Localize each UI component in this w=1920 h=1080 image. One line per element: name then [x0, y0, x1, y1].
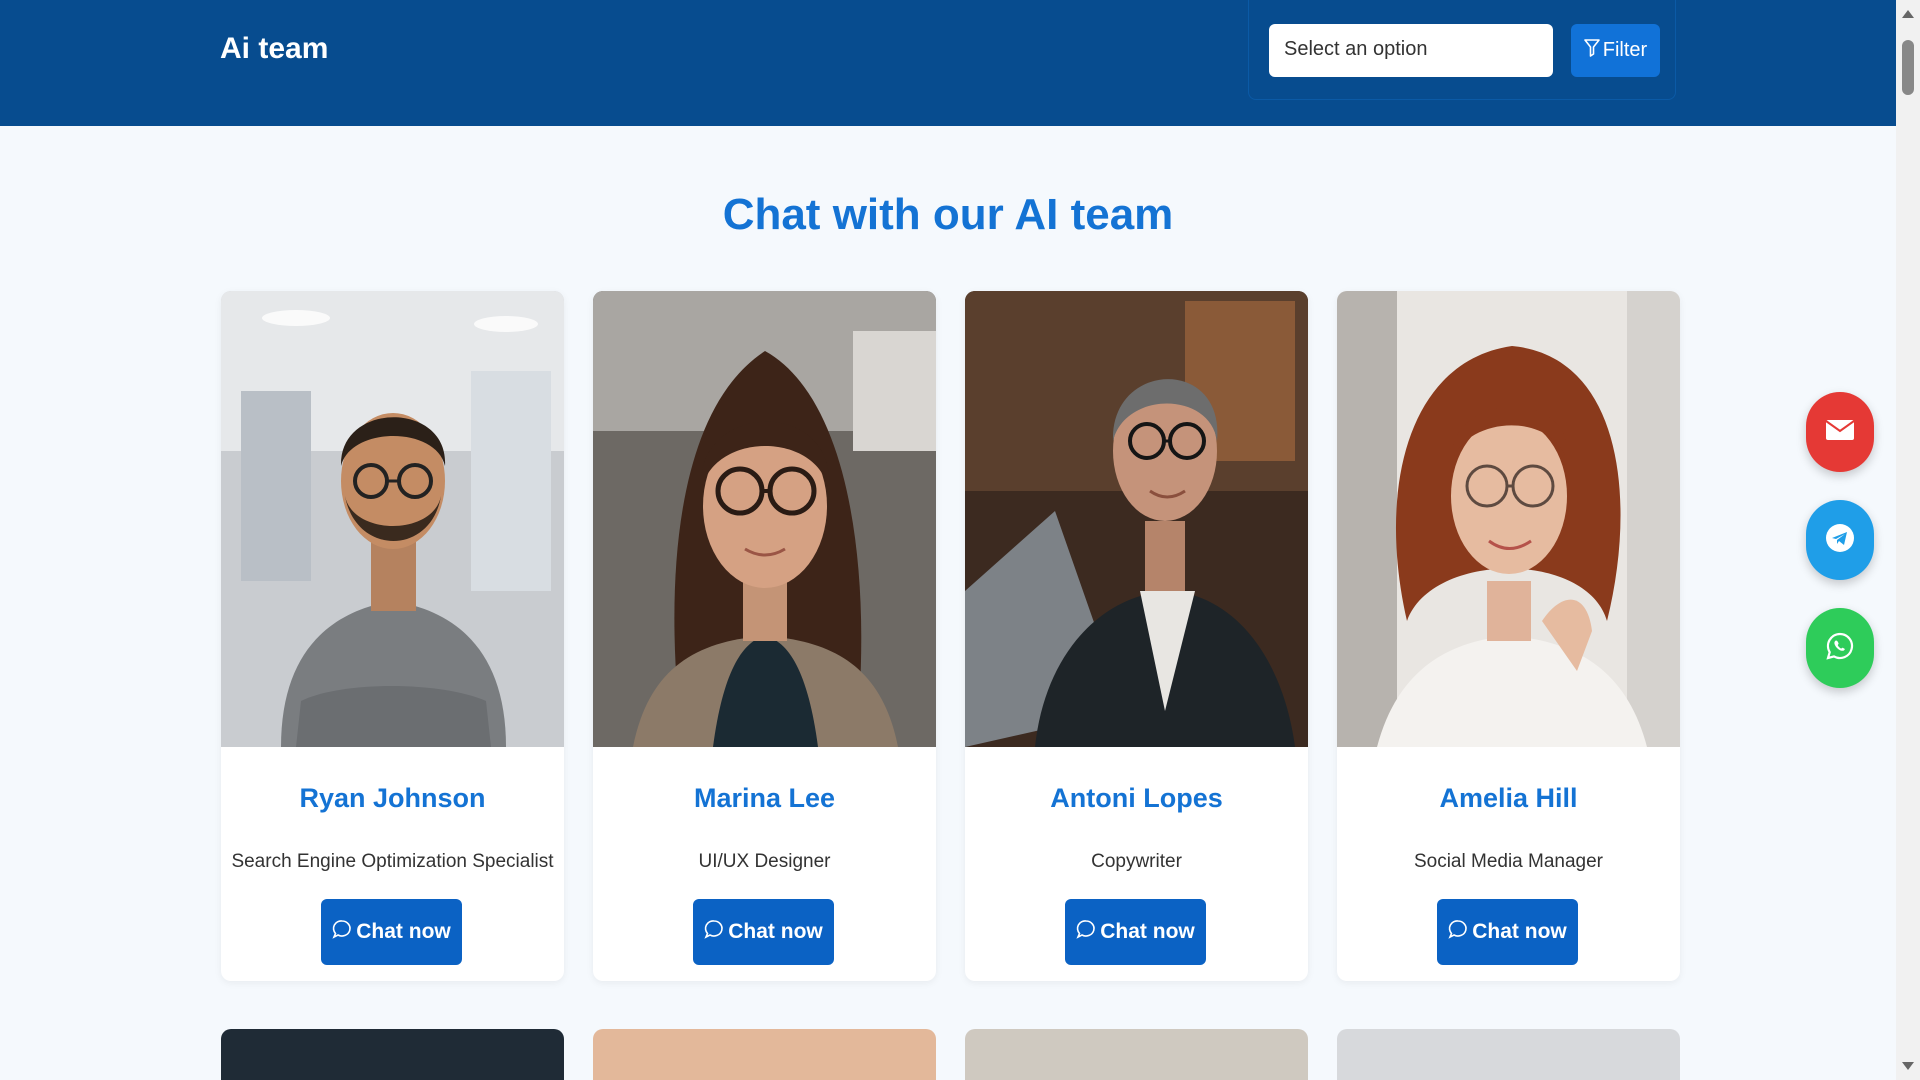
member-role: Search Engine Optimization Specialist: [231, 851, 554, 872]
member-photo: [1337, 1029, 1680, 1080]
chat-now-label: Chat now: [356, 920, 451, 943]
telegram-icon: [1825, 523, 1855, 558]
whatsapp-icon: [1825, 631, 1855, 666]
envelope-icon: [1825, 419, 1855, 446]
option-select[interactable]: Select an option: [1269, 24, 1553, 77]
team-card: Antoni Lopes Copywriter Chat now: [965, 291, 1308, 981]
member-name: Ryan Johnson: [299, 783, 486, 813]
chat-now-label: Chat now: [1100, 920, 1195, 943]
chat-now-button[interactable]: Chat now: [321, 899, 462, 965]
member-photo: [965, 291, 1308, 747]
member-photo: [593, 1029, 936, 1080]
member-name: Amelia Hill: [1439, 783, 1578, 813]
member-photo: [593, 291, 936, 747]
chat-now-button[interactable]: Chat now: [1065, 899, 1206, 965]
member-name: Antoni Lopes: [1050, 783, 1223, 813]
team-card: Ryan Johnson Search Engine Optimization …: [221, 291, 564, 981]
chat-now-label: Chat now: [728, 920, 823, 943]
member-photo: [965, 1029, 1308, 1080]
member-photo: [1337, 291, 1680, 747]
filter-button[interactable]: Filter: [1571, 24, 1660, 77]
scroll-thumb[interactable]: [1902, 40, 1914, 95]
member-role: Copywriter: [1091, 851, 1182, 872]
team-card: Amelia Hill Social Media Manager Chat no…: [1337, 291, 1680, 981]
member-photo: [221, 291, 564, 747]
page-title: Chat with our AI team: [722, 190, 1174, 239]
member-role: UI/UX Designer: [698, 851, 831, 872]
chat-bubble-icon: [1448, 919, 1468, 945]
chat-now-label: Chat now: [1472, 920, 1567, 943]
top-header: Ai team Select an option Filter: [0, 0, 1896, 126]
member-role: Social Media Manager: [1413, 851, 1604, 872]
member-name: Marina Lee: [693, 783, 836, 813]
funnel-icon: [1583, 38, 1600, 63]
team-card: Marina Lee UI/UX Designer Chat now: [593, 291, 936, 981]
brand-title[interactable]: Ai team: [220, 32, 328, 66]
scroll-up-arrow-icon[interactable]: [1902, 10, 1914, 18]
whatsapp-button[interactable]: [1806, 608, 1874, 688]
member-photo: [221, 1029, 564, 1080]
chat-now-button[interactable]: Chat now: [693, 899, 834, 965]
scroll-down-arrow-icon[interactable]: [1902, 1062, 1914, 1070]
filter-label: Filter: [1602, 39, 1648, 61]
page-scrollbar[interactable]: [1896, 0, 1920, 1080]
telegram-button[interactable]: [1806, 500, 1874, 580]
chat-now-button[interactable]: Chat now: [1437, 899, 1578, 965]
chat-bubble-icon: [1076, 919, 1096, 945]
chat-bubble-icon: [704, 919, 724, 945]
email-button[interactable]: [1806, 392, 1874, 472]
filter-panel: Select an option Filter: [1248, 0, 1676, 100]
chat-bubble-icon: [332, 919, 352, 945]
